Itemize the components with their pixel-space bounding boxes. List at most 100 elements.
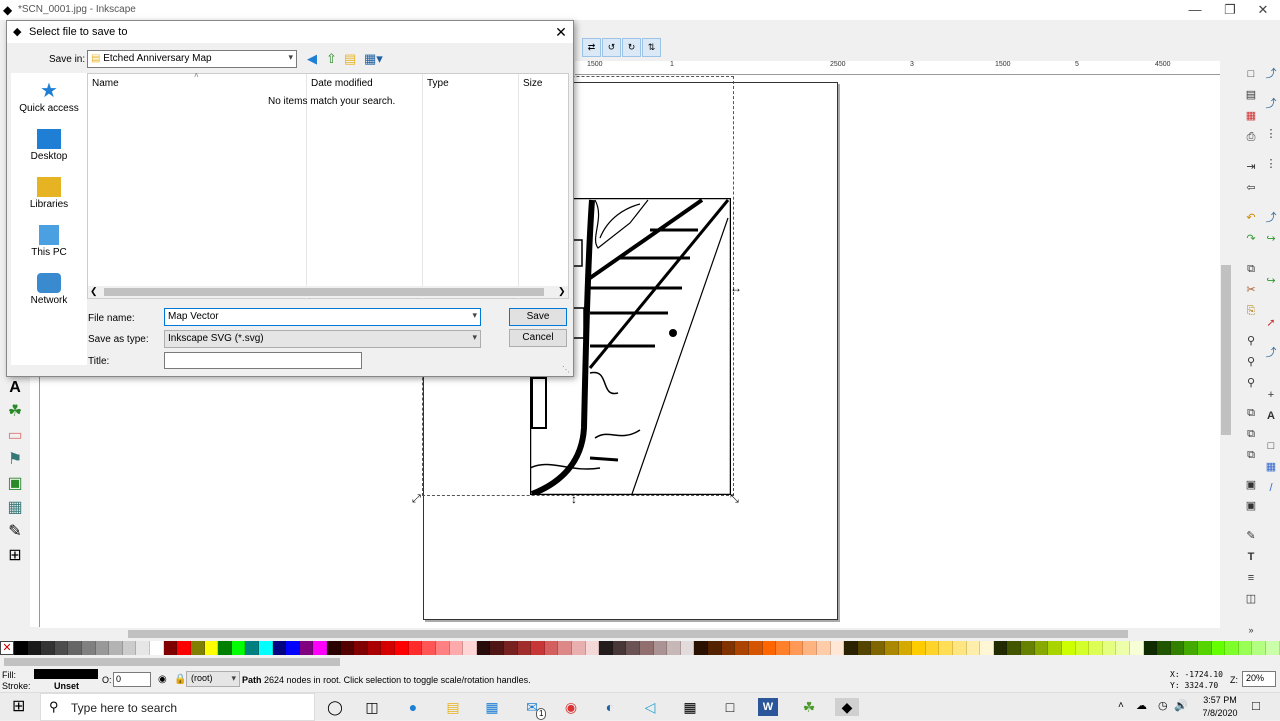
save-button[interactable]: Save xyxy=(509,308,567,326)
cortana-icon[interactable]: ◯ xyxy=(325,698,345,716)
dialog-titlebar[interactable]: ◆ Select file to save to ✕ xyxy=(7,21,573,43)
zoom-page-icon[interactable]: ⚲ xyxy=(1243,375,1259,391)
color-swatch[interactable] xyxy=(1034,641,1049,655)
vertical-scrollbar[interactable] xyxy=(1220,75,1232,628)
color-swatch[interactable] xyxy=(1170,641,1185,655)
color-swatch[interactable] xyxy=(708,641,722,655)
color-swatch[interactable] xyxy=(558,641,572,655)
photos-icon[interactable]: ◐ xyxy=(600,698,620,716)
save-as-type-select[interactable]: Inkscape SVG (*.svg) ▾ xyxy=(164,330,481,348)
color-swatch[interactable] xyxy=(925,641,940,655)
color-swatch[interactable] xyxy=(776,641,790,655)
color-swatch[interactable] xyxy=(14,641,28,655)
color-swatch[interactable] xyxy=(653,641,668,655)
color-swatch[interactable] xyxy=(354,641,368,655)
color-swatch[interactable] xyxy=(1007,641,1022,655)
zoom-selection-icon[interactable]: ⚲ xyxy=(1243,333,1259,349)
color-swatch[interactable] xyxy=(109,641,123,655)
edge-browser-icon[interactable]: ● xyxy=(403,698,423,716)
color-swatch[interactable] xyxy=(517,641,532,655)
snap-page-icon[interactable]: □ xyxy=(1263,438,1279,454)
tray-chevron-icon[interactable]: ˄ xyxy=(1118,700,1124,711)
mesh-tool-icon[interactable]: ▦ xyxy=(5,498,25,518)
snap-text-baseline-icon[interactable]: A xyxy=(1263,408,1279,424)
color-swatch[interactable] xyxy=(953,641,967,655)
color-swatch[interactable] xyxy=(626,641,641,655)
file-list[interactable]: Name ˄ Date modified Type Size No items … xyxy=(87,71,569,300)
text-font-icon[interactable]: T xyxy=(1243,549,1259,565)
color-swatch[interactable] xyxy=(667,641,681,655)
file-name-input[interactable]: Map Vector ▾ xyxy=(164,308,481,326)
taskbar-search-box[interactable]: ⚲ Type here to search xyxy=(40,693,315,721)
scroll-thumb[interactable] xyxy=(104,288,544,296)
fill-stroke-icon[interactable]: ✎ xyxy=(1243,528,1259,544)
color-swatch[interactable] xyxy=(694,641,709,655)
color-swatch[interactable] xyxy=(1238,641,1253,655)
color-swatch[interactable] xyxy=(258,641,273,655)
color-swatch[interactable] xyxy=(1266,641,1280,655)
import-icon[interactable]: ⇥ xyxy=(1243,159,1259,175)
place-this-pc[interactable]: This PC xyxy=(11,221,87,269)
color-swatch[interactable] xyxy=(218,641,232,655)
color-swatch[interactable] xyxy=(313,641,328,655)
color-swatch[interactable] xyxy=(68,641,83,655)
no-paint-swatch[interactable]: ✕ xyxy=(0,641,14,655)
volume-icon[interactable]: 🔊 xyxy=(1174,699,1188,712)
minimize-icon[interactable]: — xyxy=(1180,2,1210,17)
color-swatch[interactable] xyxy=(503,641,518,655)
column-header-type[interactable]: Type xyxy=(427,78,449,89)
color-swatch[interactable] xyxy=(885,641,899,655)
color-swatch[interactable] xyxy=(844,641,858,655)
color-swatch[interactable] xyxy=(612,641,627,655)
place-desktop[interactable]: Desktop xyxy=(11,125,87,173)
color-swatch[interactable] xyxy=(490,641,504,655)
color-swatch[interactable] xyxy=(82,641,96,655)
color-swatch[interactable] xyxy=(803,641,817,655)
onedrive-icon[interactable]: ☁ xyxy=(1136,699,1147,712)
color-swatch[interactable] xyxy=(122,641,137,655)
color-swatch[interactable] xyxy=(762,641,777,655)
palette-scrollbar[interactable] xyxy=(0,656,1280,668)
new-document-icon[interactable]: □ xyxy=(1243,66,1259,82)
color-swatch[interactable] xyxy=(463,641,477,655)
color-swatch[interactable] xyxy=(748,641,763,655)
action-center-icon[interactable]: □ xyxy=(1252,698,1260,713)
stroke-indicator[interactable]: Unset xyxy=(54,681,79,691)
color-swatch[interactable] xyxy=(136,641,151,655)
place-libraries[interactable]: Libraries xyxy=(11,173,87,221)
print-icon[interactable]: ⎙ xyxy=(1243,129,1259,145)
duplicate-icon[interactable]: ⧉ xyxy=(1243,405,1259,421)
open-icon[interactable]: ▤ xyxy=(1243,87,1259,103)
scroll-left-icon[interactable]: ❮ xyxy=(90,286,98,297)
snap-bbox-edge-icon[interactable]: ⋮ xyxy=(1263,126,1279,142)
color-swatch[interactable] xyxy=(395,641,409,655)
app-window-icon[interactable]: □ xyxy=(720,698,740,716)
inkscape-taskbar-icon[interactable]: ◆ xyxy=(835,698,859,716)
color-swatch[interactable] xyxy=(1157,641,1171,655)
snap-nodes-icon[interactable]: ⤴ xyxy=(1263,210,1279,226)
file-list-scrollbar[interactable]: ❮ ❯ xyxy=(88,286,568,298)
color-swatch[interactable] xyxy=(939,641,954,655)
paint-bucket-icon[interactable]: ⚑ xyxy=(5,450,25,470)
color-swatch[interactable] xyxy=(1116,641,1130,655)
eraser-tool-icon[interactable]: ▭ xyxy=(5,426,25,446)
connector-tool-icon[interactable]: ⊞ xyxy=(5,546,25,566)
color-swatch[interactable] xyxy=(327,641,341,655)
snap-toggle-icon[interactable]: ⤴ xyxy=(1263,66,1279,82)
cancel-button[interactable]: Cancel xyxy=(509,329,567,347)
green-app-icon[interactable]: ☘ xyxy=(799,698,819,716)
task-view-icon[interactable]: ◫ xyxy=(362,698,382,716)
color-swatch[interactable] xyxy=(408,641,423,655)
color-swatch[interactable] xyxy=(966,641,981,655)
color-palette[interactable]: ✕ xyxy=(0,641,1280,655)
snap-center-icon[interactable]: + xyxy=(1263,387,1279,403)
dialog-close-icon[interactable]: ✕ xyxy=(551,23,571,41)
align-icon[interactable]: ⇄ xyxy=(582,38,601,57)
file-explorer-icon[interactable]: ▤ xyxy=(443,698,463,716)
up-folder-icon[interactable]: ⇧ xyxy=(326,51,337,67)
color-swatch[interactable] xyxy=(735,641,749,655)
color-swatch[interactable] xyxy=(1102,641,1117,655)
lock-icon[interactable]: 🔒 xyxy=(174,674,186,685)
rotate-cw-icon[interactable]: ↻ xyxy=(622,38,641,57)
snap-others-icon[interactable]: ⤴ xyxy=(1263,345,1279,361)
